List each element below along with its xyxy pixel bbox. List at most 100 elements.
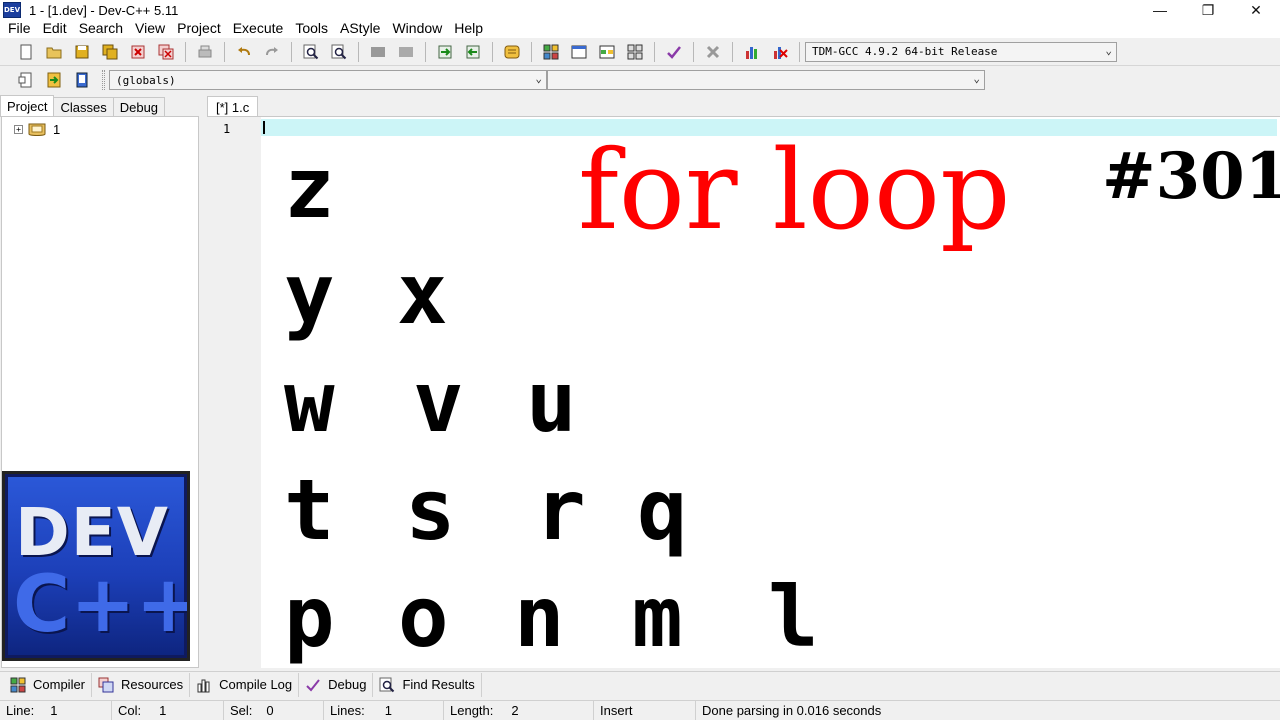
toolbar-separator <box>732 41 733 62</box>
restore-button[interactable]: ❐ <box>1184 0 1232 20</box>
tab-resources[interactable]: Resources <box>92 672 191 697</box>
scope-select[interactable]: (globals) ⌄ <box>109 70 547 90</box>
compiler-select[interactable]: TDM-GCC 4.9.2 64-bit Release ⌄ <box>805 41 1117 62</box>
pattern-letter: o <box>398 568 449 666</box>
project-name: 1 <box>53 121 61 137</box>
save-all-icon <box>102 44 118 59</box>
print-button[interactable] <box>193 41 217 63</box>
tab-find-results[interactable]: Find Results <box>373 672 482 697</box>
episode-number: #301 <box>1102 139 1280 214</box>
tab-debug[interactable]: Debug <box>112 97 166 117</box>
main-toolbar: TDM-GCC 4.9.2 64-bit Release ⌄ <box>0 38 1280 66</box>
delete-profile-button[interactable] <box>768 41 792 63</box>
goto-bookmark-button[interactable] <box>42 69 66 91</box>
resources-icon <box>98 677 114 692</box>
menu-search[interactable]: Search <box>73 18 129 38</box>
undo-button[interactable] <box>232 41 256 63</box>
menu-project[interactable]: Project <box>171 18 227 38</box>
run-button[interactable] <box>567 41 591 63</box>
rebuild-all-button[interactable] <box>623 41 647 63</box>
remove-from-project-button[interactable] <box>461 41 485 63</box>
menu-edit[interactable]: Edit <box>37 18 73 38</box>
rebuild-all-icon <box>627 44 643 59</box>
editor-tabs: [*] 1.c <box>207 95 259 117</box>
expand-icon[interactable]: + <box>14 124 23 134</box>
toolbar-separator <box>224 41 225 62</box>
close-all-icon <box>158 44 174 59</box>
stop-execution-button[interactable] <box>701 41 725 63</box>
tab-compiler[interactable]: Compiler <box>4 672 93 697</box>
devcpp-app-icon: DEV <box>3 2 21 18</box>
pattern-letter: n <box>514 568 565 666</box>
find-button[interactable] <box>299 41 323 63</box>
tab-compile-log[interactable]: Compile Log <box>190 672 300 697</box>
close-file-icon <box>131 45 145 58</box>
menu-tools[interactable]: Tools <box>289 18 334 38</box>
add-to-project-button[interactable] <box>433 41 457 63</box>
new-file-button[interactable] <box>14 41 38 63</box>
status-sel: Sel: 0 <box>224 700 324 720</box>
bookmark-goto-icon <box>47 72 61 88</box>
close-file-button[interactable] <box>126 41 150 63</box>
add-to-project-icon <box>438 45 452 58</box>
menu-help[interactable]: Help <box>448 18 489 38</box>
menu-execute[interactable]: Execute <box>227 18 290 38</box>
title-bar: DEV 1 - [1.dev] - Dev-C++ 5.11 — ❐ ✕ <box>0 0 1280 20</box>
status-mode: Insert <box>594 700 696 720</box>
menu-window[interactable]: Window <box>386 18 448 38</box>
editor-tab-1c[interactable]: [*] 1.c <box>207 96 259 117</box>
bookmark-icon <box>76 72 88 88</box>
tab-classes[interactable]: Classes <box>53 97 114 117</box>
tab-compile-log-label: Compile Log <box>219 677 293 692</box>
pattern-letter: y <box>284 245 335 343</box>
menu-file[interactable]: File <box>2 18 37 38</box>
pattern-letter: q <box>637 461 688 559</box>
pattern-letter: z <box>284 139 335 237</box>
toolbar-separator <box>531 41 532 62</box>
toolbar-separator <box>654 41 655 62</box>
save-button[interactable] <box>70 41 94 63</box>
menu-view[interactable]: View <box>129 18 171 38</box>
pattern-letter: u <box>526 353 577 451</box>
status-lines-label: Lines: <box>330 702 365 718</box>
tab-debug-output[interactable]: Debug <box>299 672 374 697</box>
member-select[interactable]: ⌄ <box>547 70 985 90</box>
save-all-button[interactable] <box>98 41 122 63</box>
toolbar-grip <box>102 70 105 90</box>
toggle-bookmark-button[interactable] <box>70 69 94 91</box>
minimize-button[interactable]: — <box>1136 0 1184 20</box>
replace-button[interactable] <box>327 41 351 63</box>
bar-chart-icon <box>746 46 757 59</box>
toolbar-separator <box>425 41 426 62</box>
insert-button[interactable] <box>14 69 38 91</box>
undo-icon <box>238 46 250 55</box>
tab-project[interactable]: Project <box>0 95 55 117</box>
toolbar-separator <box>185 41 186 62</box>
close-all-button[interactable] <box>154 41 178 63</box>
status-length-value: 2 <box>511 702 519 718</box>
project-tree-root[interactable]: + 1 <box>14 121 60 137</box>
insert-icon <box>18 72 32 88</box>
tab-debug-output-label: Debug <box>328 677 367 692</box>
syntax-check-button[interactable] <box>662 41 686 63</box>
text-caret <box>263 121 265 134</box>
logo-cpp-text: C++ <box>13 560 190 650</box>
close-button[interactable]: ✕ <box>1232 0 1280 20</box>
pattern-letter: r <box>535 461 586 559</box>
status-sel-label: Sel: <box>230 702 253 718</box>
project-options-button[interactable] <box>500 41 524 63</box>
indent-button[interactable] <box>366 41 390 63</box>
status-lines-value: 1 <box>384 702 392 718</box>
status-line: Line: 1 <box>0 700 112 720</box>
profile-button[interactable] <box>740 41 764 63</box>
unindent-button[interactable] <box>394 41 418 63</box>
compile-button[interactable] <box>539 41 563 63</box>
status-sel-value: 0 <box>266 702 274 718</box>
redo-button[interactable] <box>260 41 284 63</box>
compile-run-button[interactable] <box>595 41 619 63</box>
devcpp-logo: DEV C++ <box>2 471 190 661</box>
compile-run-icon <box>599 45 615 58</box>
menu-astyle[interactable]: AStyle <box>334 18 386 38</box>
status-line-label: Line: <box>6 702 35 718</box>
open-file-button[interactable] <box>42 41 66 63</box>
